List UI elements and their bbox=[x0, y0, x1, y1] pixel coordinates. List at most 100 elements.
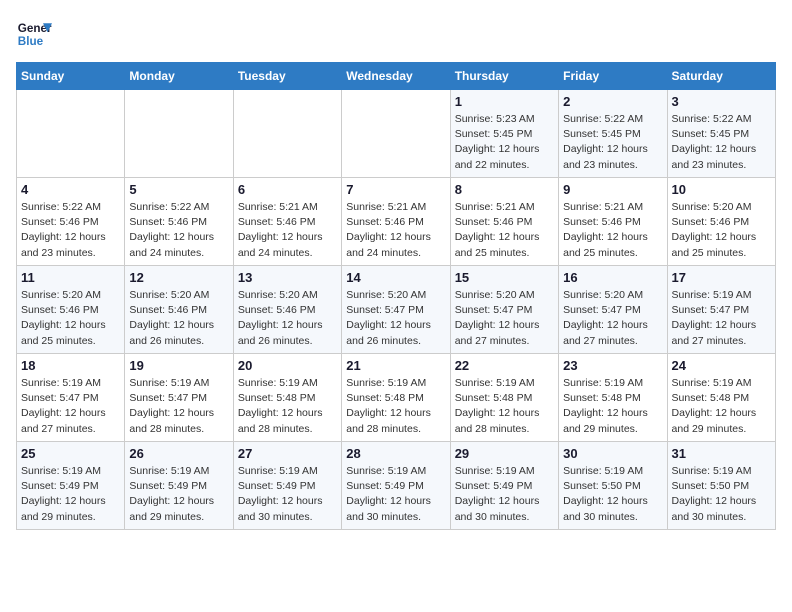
calendar-table: SundayMondayTuesdayWednesdayThursdayFrid… bbox=[16, 62, 776, 530]
calendar-cell: 23 Sunrise: 5:19 AM Sunset: 5:48 PM Dayli… bbox=[559, 354, 667, 442]
day-detail: Sunrise: 5:19 AM Sunset: 5:47 PM Dayligh… bbox=[129, 376, 228, 437]
calendar-cell: 2 Sunrise: 5:22 AM Sunset: 5:45 PM Daylig… bbox=[559, 90, 667, 178]
day-number: 25 bbox=[21, 446, 120, 461]
day-detail: Sunrise: 5:19 AM Sunset: 5:50 PM Dayligh… bbox=[672, 464, 771, 525]
calendar-cell: 20 Sunrise: 5:19 AM Sunset: 5:48 PM Dayli… bbox=[233, 354, 341, 442]
day-number: 27 bbox=[238, 446, 337, 461]
day-number: 22 bbox=[455, 358, 554, 373]
day-detail: Sunrise: 5:22 AM Sunset: 5:45 PM Dayligh… bbox=[563, 112, 662, 173]
calendar-cell: 29 Sunrise: 5:19 AM Sunset: 5:49 PM Dayli… bbox=[450, 442, 558, 530]
day-detail: Sunrise: 5:21 AM Sunset: 5:46 PM Dayligh… bbox=[238, 200, 337, 261]
calendar-cell: 14 Sunrise: 5:20 AM Sunset: 5:47 PM Dayli… bbox=[342, 266, 450, 354]
calendar-cell: 19 Sunrise: 5:19 AM Sunset: 5:47 PM Dayli… bbox=[125, 354, 233, 442]
calendar-cell: 28 Sunrise: 5:19 AM Sunset: 5:49 PM Dayli… bbox=[342, 442, 450, 530]
day-number: 5 bbox=[129, 182, 228, 197]
calendar-cell bbox=[17, 90, 125, 178]
day-number: 13 bbox=[238, 270, 337, 285]
day-number: 29 bbox=[455, 446, 554, 461]
day-detail: Sunrise: 5:19 AM Sunset: 5:49 PM Dayligh… bbox=[21, 464, 120, 525]
day-detail: Sunrise: 5:19 AM Sunset: 5:48 PM Dayligh… bbox=[346, 376, 445, 437]
calendar-cell: 26 Sunrise: 5:19 AM Sunset: 5:49 PM Dayli… bbox=[125, 442, 233, 530]
calendar-cell: 6 Sunrise: 5:21 AM Sunset: 5:46 PM Daylig… bbox=[233, 178, 341, 266]
day-of-week-wednesday: Wednesday bbox=[342, 63, 450, 90]
day-number: 20 bbox=[238, 358, 337, 373]
day-number: 28 bbox=[346, 446, 445, 461]
day-number: 24 bbox=[672, 358, 771, 373]
calendar-cell: 8 Sunrise: 5:21 AM Sunset: 5:46 PM Daylig… bbox=[450, 178, 558, 266]
day-detail: Sunrise: 5:21 AM Sunset: 5:46 PM Dayligh… bbox=[455, 200, 554, 261]
day-detail: Sunrise: 5:20 AM Sunset: 5:46 PM Dayligh… bbox=[672, 200, 771, 261]
day-detail: Sunrise: 5:21 AM Sunset: 5:46 PM Dayligh… bbox=[346, 200, 445, 261]
day-detail: Sunrise: 5:19 AM Sunset: 5:49 PM Dayligh… bbox=[129, 464, 228, 525]
calendar-cell: 7 Sunrise: 5:21 AM Sunset: 5:46 PM Daylig… bbox=[342, 178, 450, 266]
calendar-cell: 24 Sunrise: 5:19 AM Sunset: 5:48 PM Dayli… bbox=[667, 354, 775, 442]
day-detail: Sunrise: 5:19 AM Sunset: 5:47 PM Dayligh… bbox=[672, 288, 771, 349]
calendar-cell: 15Sunrise: 5:20 AM Sunset: 5:47 PM Dayli… bbox=[450, 266, 558, 354]
day-number: 26 bbox=[129, 446, 228, 461]
day-number: 8 bbox=[455, 182, 554, 197]
day-number: 23 bbox=[563, 358, 662, 373]
calendar-cell: 16 Sunrise: 5:20 AM Sunset: 5:47 PM Dayli… bbox=[559, 266, 667, 354]
calendar-cell: 5 Sunrise: 5:22 AM Sunset: 5:46 PM Daylig… bbox=[125, 178, 233, 266]
day-detail: Sunrise: 5:20 AM Sunset: 5:46 PM Dayligh… bbox=[129, 288, 228, 349]
day-detail: Sunrise: 5:22 AM Sunset: 5:46 PM Dayligh… bbox=[21, 200, 120, 261]
calendar-cell: 22 Sunrise: 5:19 AM Sunset: 5:48 PM Dayli… bbox=[450, 354, 558, 442]
day-detail: Sunrise: 5:21 AM Sunset: 5:46 PM Dayligh… bbox=[563, 200, 662, 261]
calendar-cell: 18Sunrise: 5:19 AM Sunset: 5:47 PM Dayli… bbox=[17, 354, 125, 442]
day-detail: Sunrise: 5:19 AM Sunset: 5:49 PM Dayligh… bbox=[455, 464, 554, 525]
day-number: 7 bbox=[346, 182, 445, 197]
day-number: 9 bbox=[563, 182, 662, 197]
calendar-cell: 30 Sunrise: 5:19 AM Sunset: 5:50 PM Dayli… bbox=[559, 442, 667, 530]
svg-text:Blue: Blue bbox=[18, 35, 44, 48]
day-number: 14 bbox=[346, 270, 445, 285]
day-detail: Sunrise: 5:20 AM Sunset: 5:47 PM Dayligh… bbox=[563, 288, 662, 349]
page-header: General Blue bbox=[16, 16, 776, 52]
day-detail: Sunrise: 5:20 AM Sunset: 5:47 PM Dayligh… bbox=[346, 288, 445, 349]
day-detail: Sunrise: 5:19 AM Sunset: 5:48 PM Dayligh… bbox=[455, 376, 554, 437]
day-number: 16 bbox=[563, 270, 662, 285]
day-number: 30 bbox=[563, 446, 662, 461]
day-detail: Sunrise: 5:19 AM Sunset: 5:48 PM Dayligh… bbox=[672, 376, 771, 437]
day-number: 3 bbox=[672, 94, 771, 109]
day-detail: Sunrise: 5:20 AM Sunset: 5:46 PM Dayligh… bbox=[238, 288, 337, 349]
day-number: 4 bbox=[21, 182, 120, 197]
day-number: 11 bbox=[21, 270, 120, 285]
calendar-cell: 12 Sunrise: 5:20 AM Sunset: 5:46 PM Dayli… bbox=[125, 266, 233, 354]
day-of-week-sunday: Sunday bbox=[17, 63, 125, 90]
day-number: 21 bbox=[346, 358, 445, 373]
day-detail: Sunrise: 5:23 AM Sunset: 5:45 PM Dayligh… bbox=[455, 112, 554, 173]
calendar-cell: 4 Sunrise: 5:22 AM Sunset: 5:46 PM Daylig… bbox=[17, 178, 125, 266]
day-number: 19 bbox=[129, 358, 228, 373]
day-detail: Sunrise: 5:20 AM Sunset: 5:46 PM Dayligh… bbox=[21, 288, 120, 349]
day-number: 6 bbox=[238, 182, 337, 197]
day-detail: Sunrise: 5:19 AM Sunset: 5:48 PM Dayligh… bbox=[563, 376, 662, 437]
calendar-cell bbox=[233, 90, 341, 178]
day-detail: Sunrise: 5:22 AM Sunset: 5:46 PM Dayligh… bbox=[129, 200, 228, 261]
day-number: 12 bbox=[129, 270, 228, 285]
calendar-cell: 17 Sunrise: 5:19 AM Sunset: 5:47 PM Dayli… bbox=[667, 266, 775, 354]
day-of-week-friday: Friday bbox=[559, 63, 667, 90]
day-detail: Sunrise: 5:19 AM Sunset: 5:49 PM Dayligh… bbox=[238, 464, 337, 525]
day-number: 10 bbox=[672, 182, 771, 197]
day-detail: Sunrise: 5:19 AM Sunset: 5:50 PM Dayligh… bbox=[563, 464, 662, 525]
calendar-cell bbox=[342, 90, 450, 178]
day-detail: Sunrise: 5:19 AM Sunset: 5:48 PM Dayligh… bbox=[238, 376, 337, 437]
day-of-week-saturday: Saturday bbox=[667, 63, 775, 90]
day-number: 17 bbox=[672, 270, 771, 285]
day-detail: Sunrise: 5:20 AM Sunset: 5:47 PM Dayligh… bbox=[455, 288, 554, 349]
day-of-week-thursday: Thursday bbox=[450, 63, 558, 90]
day-number: 18 bbox=[21, 358, 120, 373]
day-detail: Sunrise: 5:22 AM Sunset: 5:45 PM Dayligh… bbox=[672, 112, 771, 173]
calendar-cell: 10 Sunrise: 5:20 AM Sunset: 5:46 PM Dayli… bbox=[667, 178, 775, 266]
day-number: 2 bbox=[563, 94, 662, 109]
calendar-cell: 1 Sunrise: 5:23 AM Sunset: 5:45 PM Daylig… bbox=[450, 90, 558, 178]
calendar-cell: 3 Sunrise: 5:22 AM Sunset: 5:45 PM Daylig… bbox=[667, 90, 775, 178]
logo: General Blue bbox=[16, 16, 52, 52]
day-of-week-tuesday: Tuesday bbox=[233, 63, 341, 90]
calendar-cell: 21 Sunrise: 5:19 AM Sunset: 5:48 PM Dayli… bbox=[342, 354, 450, 442]
day-number: 31 bbox=[672, 446, 771, 461]
calendar-cell: 11 Sunrise: 5:20 AM Sunset: 5:46 PM Dayli… bbox=[17, 266, 125, 354]
day-detail: Sunrise: 5:19 AM Sunset: 5:49 PM Dayligh… bbox=[346, 464, 445, 525]
calendar-cell: 27 Sunrise: 5:19 AM Sunset: 5:49 PM Dayli… bbox=[233, 442, 341, 530]
day-number: 1 bbox=[455, 94, 554, 109]
